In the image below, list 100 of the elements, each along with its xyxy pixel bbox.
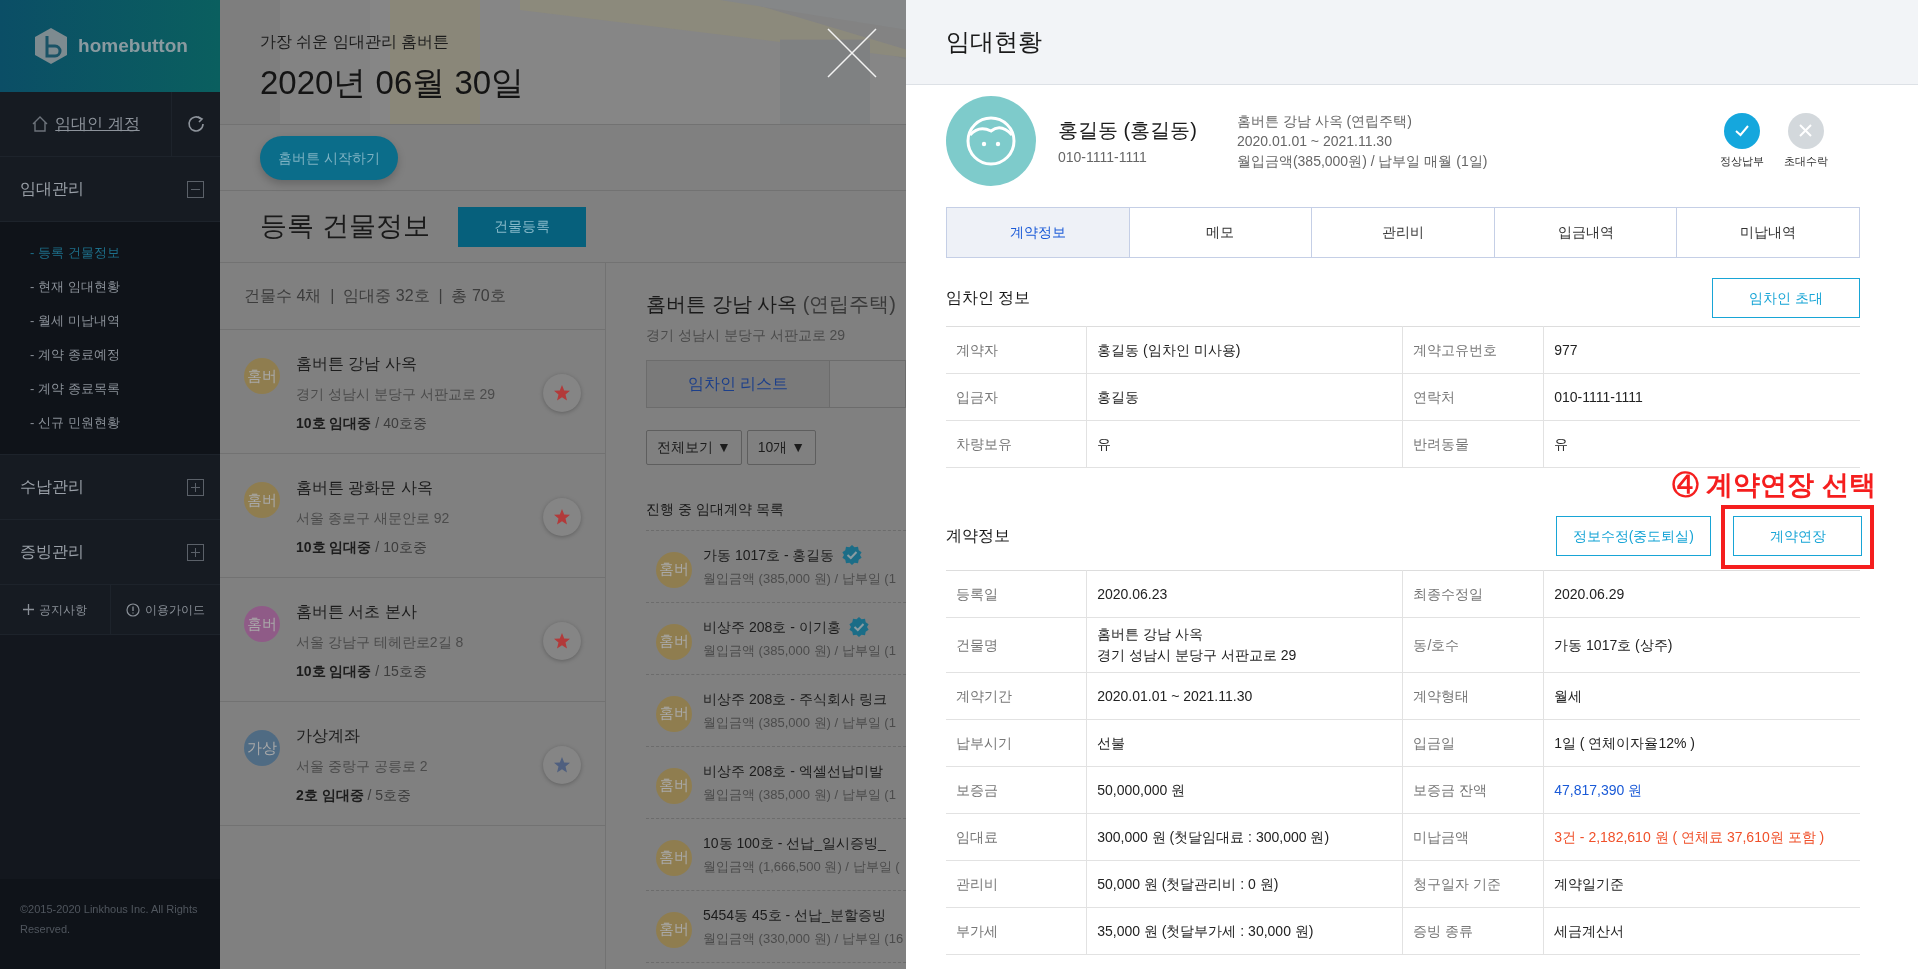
- avatar-icon: [965, 115, 1017, 167]
- expand-icon[interactable]: [187, 543, 204, 561]
- building-name: 홈버튼 서초 본사: [296, 602, 418, 622]
- status-label: 정상납부: [1720, 153, 1764, 169]
- tab[interactable]: 임차인 리스트: [646, 360, 830, 408]
- field-value: 계약일기준: [1543, 860, 1860, 908]
- start-button[interactable]: 홈버튼 시작하기: [260, 136, 398, 180]
- copyright-text: ©2015-2020 Linkhous Inc. All Rights Reserved.: [0, 879, 220, 969]
- field-label: 계약고유번호: [1402, 326, 1544, 374]
- field-label: 임대료: [946, 813, 1087, 861]
- tenant-info-line: 홈버튼 강남 사옥 (연립주택): [1236, 112, 1413, 131]
- field-label: 최종수정일: [1403, 570, 1544, 618]
- field-label: 계약자: [946, 326, 1087, 374]
- register-button[interactable]: 건물등록: [457, 206, 586, 247]
- unit-count: 2호 임대중 / 5호중: [296, 786, 413, 805]
- field-label: 등록일: [946, 570, 1087, 618]
- contract-title: 가동 1017호 - 홍길동: [703, 545, 835, 565]
- action-button[interactable]: 정보수정(중도퇴실): [1555, 516, 1711, 556]
- field-label: 계약형태: [1403, 672, 1544, 720]
- panel-title: 임대현황: [946, 27, 1042, 57]
- menu-item[interactable]: - 신규 민원현황: [30, 406, 220, 440]
- menu-item[interactable]: - 등록 건물정보: [30, 236, 220, 270]
- field-value: 50,000,000 원: [1086, 766, 1403, 814]
- field-value: 2020.06.29: [1543, 570, 1860, 618]
- building-avatar: 홈버: [244, 358, 280, 394]
- favorite-button[interactable]: [543, 498, 581, 536]
- unit-count: 10호 임대중 / 40호중: [296, 414, 428, 433]
- field-value: 홍길동: [1086, 373, 1403, 421]
- tenant-info-line: 월입금액(385,000원) / 납부일 매월 (1일): [1236, 152, 1488, 171]
- favorite-button[interactable]: [543, 374, 581, 412]
- section-title: 계약정보: [946, 526, 1010, 546]
- contract-title: 비상주 208호 - 엑셀선납미발: [703, 761, 883, 781]
- building-stats: 건물수 4채 | 임대중 32호 | 총 70호: [220, 263, 605, 330]
- status-label: 초대수락: [1784, 153, 1828, 169]
- field-label: 반려동물: [1402, 420, 1544, 468]
- field-label: 차량보유: [946, 420, 1087, 468]
- building-title: 홈버튼 강남 사옥 (연립주택): [646, 292, 897, 317]
- building-avatar: 홈버: [244, 606, 280, 642]
- field-value: 홍길동 (임차인 미사용): [1086, 326, 1403, 374]
- tab[interactable]: 계약정보: [947, 208, 1129, 257]
- favorite-button[interactable]: [543, 746, 581, 784]
- favorite-button[interactable]: [543, 622, 581, 660]
- logo-text: homebutton: [78, 33, 188, 58]
- menu-item[interactable]: - 현재 임대현황: [30, 270, 220, 304]
- field-label: 부가세: [946, 907, 1087, 955]
- date-heading: 2020년 06월 30일: [260, 63, 526, 103]
- field-value: 300,000 원 (첫달임대료 : 300,000 원): [1086, 813, 1403, 861]
- filter-dropdown[interactable]: 10개 ▼: [746, 430, 817, 465]
- close-icon[interactable]: [827, 28, 877, 78]
- contract-title: 10동 100호 - 선납_일시증빙_: [703, 833, 886, 853]
- building-avatar: 가상: [244, 730, 280, 766]
- tenant-phone: 010-1111-1111: [1058, 147, 1148, 167]
- action-button[interactable]: 임차인 초대: [1712, 278, 1860, 318]
- field-label: 입금자: [946, 373, 1087, 421]
- expand-icon[interactable]: [187, 478, 204, 496]
- unit-count: 10호 임대중 / 15호중: [296, 662, 428, 681]
- field-value: 010-1111-1111: [1543, 373, 1860, 421]
- field-label: 납부시기: [946, 719, 1087, 767]
- field-value: 선불: [1086, 719, 1403, 767]
- menu-item[interactable]: - 계약 종료목록: [30, 372, 220, 406]
- contract-title: 비상주 208호 - 이기홍: [703, 617, 841, 637]
- section-title: 등록 건물정보: [260, 210, 430, 243]
- field-value: 2020.01.01 ~ 2021.11.30: [1086, 672, 1403, 720]
- field-value: 홈버튼 강남 사옥 경기 성남시 분당구 서판교로 29: [1086, 617, 1403, 673]
- field-label: 입금일: [1403, 719, 1544, 767]
- footer-link[interactable]: 공지사항: [0, 585, 110, 634]
- contract-avatar: 홈버: [656, 911, 692, 948]
- field-value: 유: [1086, 420, 1403, 468]
- unit-count: 10호 임대중 / 10호중: [296, 538, 428, 557]
- contract-avatar: 홈버: [656, 695, 692, 732]
- menu-section-title[interactable]: 임대관리: [20, 177, 84, 201]
- field-label: 동/호수: [1403, 617, 1544, 673]
- contract-avatar: 홈버: [656, 839, 692, 876]
- field-value: 2020.06.23: [1086, 570, 1403, 618]
- filter-dropdown[interactable]: 전체보기 ▼: [646, 430, 742, 465]
- field-value: 세금계산서: [1543, 907, 1860, 955]
- field-value: 35,000 원 (첫달부가세 : 30,000 원): [1086, 907, 1403, 955]
- field-value: 1일 ( 연체이자율12% ): [1543, 719, 1860, 767]
- field-label: 보증금: [946, 766, 1087, 814]
- section-title: 임차인 정보: [946, 288, 1031, 308]
- contract-title: 5454동 45호 - 선납_분할증빙: [703, 905, 886, 925]
- refresh-icon[interactable]: [187, 115, 205, 133]
- contract-avatar: 홈버: [656, 551, 692, 588]
- field-label: 연락처: [1402, 373, 1544, 421]
- collapse-icon[interactable]: [187, 180, 204, 198]
- menu-item[interactable]: - 계약 종료예정: [30, 338, 220, 372]
- field-label: 관리비: [946, 860, 1087, 908]
- field-label: 미납금액: [1403, 813, 1544, 861]
- menu-section-title[interactable]: 수납관리: [20, 475, 84, 499]
- field-value: 유: [1543, 420, 1860, 468]
- menu-section-title[interactable]: 증빙관리: [20, 540, 84, 564]
- tenant-info-line: 2020.01.01 ~ 2021.11.30: [1236, 132, 1393, 151]
- action-button[interactable]: 계약연장: [1733, 516, 1862, 556]
- building-avatar: 홈버: [244, 482, 280, 518]
- field-value: 977: [1543, 326, 1860, 374]
- annotation-text: ④ 계약연장 선택: [1671, 469, 1876, 502]
- building-name: 홈버튼 광화문 사옥: [296, 478, 434, 498]
- field-value: 50,000 원 (첫달관리비 : 0 원): [1086, 860, 1403, 908]
- building-name: 홈버튼 강남 사옥: [296, 354, 418, 374]
- menu-item[interactable]: - 월세 미납내역: [30, 304, 220, 338]
